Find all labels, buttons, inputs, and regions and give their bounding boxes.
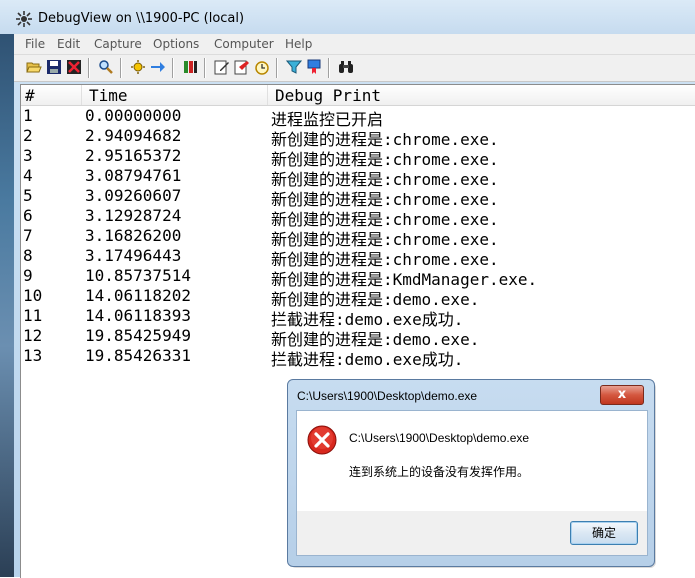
capture-icon[interactable] — [130, 59, 146, 75]
row-time: 0.00000000 — [85, 106, 182, 125]
binoculars-icon[interactable] — [338, 59, 354, 75]
toolbar-separator — [120, 58, 122, 78]
row-debug-print: 拦截进程:demo.exe成功. — [271, 350, 464, 369]
toolbar-separator — [172, 58, 174, 78]
toolbar-separator — [88, 58, 90, 78]
table-row[interactable]: 8 3.17496443 新创建的进程是:chrome.exe. — [21, 246, 695, 269]
table-row[interactable]: 6 3.12928724 新创建的进程是:chrome.exe. — [21, 206, 695, 229]
clock-icon[interactable] — [254, 59, 270, 75]
row-time: 10.85737514 — [85, 266, 191, 285]
dialog-message: 连到系统上的设备没有发挥作用。 — [349, 465, 530, 479]
app-icon — [16, 11, 32, 27]
column-divider[interactable] — [267, 85, 268, 105]
menu-help[interactable]: Help — [285, 37, 312, 51]
menu-options[interactable]: Options — [153, 37, 199, 51]
error-dialog: C:\Users\1900\Desktop\demo.exe x C:\User… — [287, 379, 655, 567]
dialog-path: C:\Users\1900\Desktop\demo.exe — [349, 431, 530, 445]
row-number: 12 — [23, 326, 43, 345]
highlight-icon[interactable] — [234, 59, 250, 75]
dialog-body: C:\Users\1900\Desktop\demo.exe 连到系统上的设备没… — [296, 410, 648, 512]
row-time: 2.94094682 — [85, 126, 182, 145]
menu-capture[interactable]: Capture — [94, 37, 142, 51]
menu-bar: File Edit Capture Options Computer Help — [14, 34, 695, 55]
window-title: DebugView on \\1900-PC (local) — [38, 11, 245, 26]
row-time: 14.06118202 — [85, 286, 191, 305]
toolbar-separator — [204, 58, 206, 78]
edit-icon[interactable] — [214, 59, 230, 75]
toolbar — [14, 55, 695, 82]
arrow-icon[interactable] — [150, 59, 166, 75]
error-icon — [307, 425, 337, 455]
row-number: 9 — [23, 266, 33, 285]
table-row[interactable]: 1 0.00000000 进程监控已开启 — [21, 106, 695, 129]
row-number: 1 — [23, 106, 33, 125]
desktop-background — [0, 0, 14, 577]
table-row[interactable]: 7 3.16826200 新创建的进程是:chrome.exe. — [21, 226, 695, 249]
row-time: 19.85426331 — [85, 346, 191, 365]
dialog-title: C:\Users\1900\Desktop\demo.exe — [297, 389, 478, 403]
stack-icon[interactable] — [182, 59, 198, 75]
row-time: 3.08794761 — [85, 166, 182, 185]
row-number: 2 — [23, 126, 33, 145]
clear-icon[interactable] — [66, 59, 82, 75]
column-header-num[interactable]: # — [25, 86, 35, 105]
menu-computer[interactable]: Computer — [214, 37, 274, 51]
menu-edit[interactable]: Edit — [57, 37, 80, 51]
row-number: 8 — [23, 246, 33, 265]
row-number: 5 — [23, 186, 33, 205]
menu-file[interactable]: File — [25, 37, 45, 51]
table-row[interactable]: 5 3.09260607 新创建的进程是:chrome.exe. — [21, 186, 695, 209]
row-time: 2.95165372 — [85, 146, 182, 165]
toolbar-separator — [328, 58, 330, 78]
table-row[interactable]: 12 19.85425949 新创建的进程是:demo.exe. — [21, 326, 695, 349]
title-bar[interactable]: DebugView on \\1900-PC (local) — [0, 0, 695, 34]
column-divider[interactable] — [81, 85, 82, 105]
table-row[interactable]: 3 2.95165372 新创建的进程是:chrome.exe. — [21, 146, 695, 169]
row-number: 7 — [23, 226, 33, 245]
row-time: 14.06118393 — [85, 306, 191, 325]
column-header-debug-print[interactable]: Debug Print — [275, 86, 381, 105]
row-time: 3.12928724 — [85, 206, 182, 225]
row-number: 10 — [23, 286, 43, 305]
table-row[interactable]: 9 10.85737514 新创建的进程是:KmdManager.exe. — [21, 266, 695, 289]
table-row[interactable]: 11 14.06118393 拦截进程:demo.exe成功. — [21, 306, 695, 329]
find-icon[interactable] — [98, 59, 114, 75]
table-row[interactable]: 4 3.08794761 新创建的进程是:chrome.exe. — [21, 166, 695, 189]
open-icon[interactable] — [26, 59, 42, 75]
row-time: 3.16826200 — [85, 226, 182, 245]
ok-button[interactable]: 确定 — [570, 521, 638, 545]
row-time: 3.09260607 — [85, 186, 182, 205]
table-row[interactable]: 2 2.94094682 新创建的进程是:chrome.exe. — [21, 126, 695, 149]
filter-icon[interactable] — [286, 59, 302, 75]
dialog-close-button[interactable]: x — [600, 385, 644, 405]
table-row[interactable]: 13 19.85426331 拦截进程:demo.exe成功. — [21, 346, 695, 369]
row-time: 3.17496443 — [85, 246, 182, 265]
row-time: 19.85425949 — [85, 326, 191, 345]
dialog-footer: 确定 — [296, 511, 648, 556]
row-number: 6 — [23, 206, 33, 225]
row-number: 11 — [23, 306, 43, 325]
row-number: 13 — [23, 346, 43, 365]
row-number: 3 — [23, 146, 33, 165]
list-header: # Time Debug Print — [21, 85, 695, 106]
toolbar-separator — [276, 58, 278, 78]
row-number: 4 — [23, 166, 33, 185]
table-row[interactable]: 10 14.06118202 新创建的进程是:demo.exe. — [21, 286, 695, 309]
save-icon[interactable] — [46, 59, 62, 75]
column-header-time[interactable]: Time — [89, 86, 128, 105]
bookmark-icon[interactable] — [306, 59, 322, 75]
